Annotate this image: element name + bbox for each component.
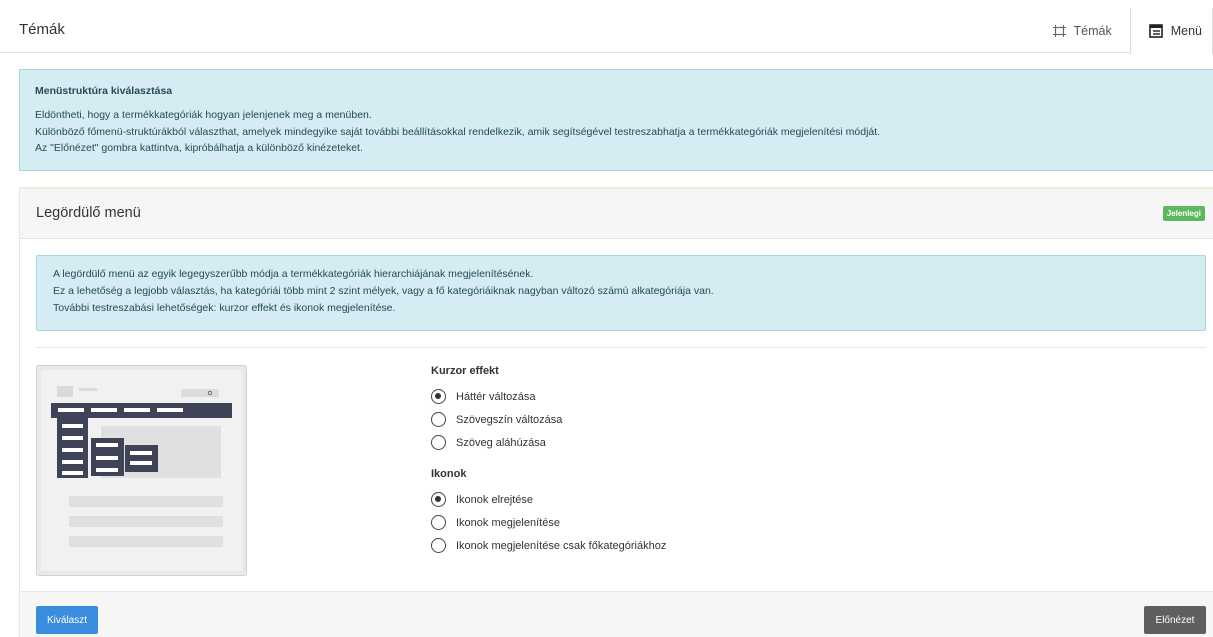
radio-label: Szöveg aláhúzása: [456, 436, 546, 449]
divider: [36, 347, 1206, 348]
page-title: Témák: [19, 21, 65, 38]
preview-button[interactable]: Előnézet: [1144, 606, 1206, 634]
radio-label: Ikonok megjelenítése: [456, 516, 560, 529]
radio-label: Háttér változása: [456, 390, 536, 403]
info-line: Eldöntheti, hogy a termékkategóriák hogy…: [35, 109, 372, 121]
radio-text-underline[interactable]: Szöveg aláhúzása: [431, 431, 666, 454]
card-info-line: Ez a lehetőség a legjobb választás, ha k…: [53, 285, 714, 297]
card-info-line: A legördülő menü az egyik legegyszerűbb …: [53, 268, 534, 280]
tab-menu-label: Menü: [1170, 24, 1202, 38]
select-button[interactable]: Kiválaszt: [36, 606, 98, 634]
group-title: Ikonok: [431, 468, 467, 480]
info-line: Az "Előnézet" gombra kattintva, kipróbál…: [35, 142, 363, 154]
tab-bar: Témák Menü: [1035, 8, 1213, 54]
radio-button[interactable]: [431, 435, 446, 450]
menu-structure-card: Legördülő menü Jelenlegi A legördülő men…: [19, 187, 1213, 637]
tab-themes-label: Témák: [1073, 23, 1112, 38]
info-panel: Menüstruktúra kiválasztása Eldöntheti, h…: [19, 69, 1213, 171]
top-bar: Témák Témák Menü: [0, 8, 1213, 54]
cursor-effect-group: Kurzor effekt Háttér változása Szövegszí…: [431, 365, 666, 454]
options-panel: Kurzor effekt Háttér változása Szövegszí…: [431, 365, 666, 571]
icons-group: Ikonok Ikonok elrejtése Ikonok megjelení…: [431, 468, 666, 557]
group-title: Kurzor effekt: [431, 365, 499, 377]
radio-show-icons[interactable]: Ikonok megjelenítése: [431, 511, 666, 534]
radio-text-color-change[interactable]: Szövegszín változása: [431, 408, 666, 431]
app: Témák Témák Menü Menüstruktúra kiválaszt…: [0, 0, 1213, 637]
preview-illustration: [41, 370, 242, 571]
preview-canvas: [41, 370, 242, 571]
card-info-line: További testreszabási lehetőségek: kurzo…: [53, 302, 396, 314]
frame-icon: [1052, 24, 1066, 37]
tab-themes[interactable]: Témák: [1035, 8, 1130, 53]
radio-label: Szövegszín változása: [456, 413, 563, 426]
radio-background-change[interactable]: Háttér változása: [431, 385, 666, 408]
radio-button[interactable]: [431, 412, 446, 427]
radio-show-icons-main-categories[interactable]: Ikonok megjelenítése csak főkategóriákho…: [431, 534, 666, 557]
info-title: Menüstruktúra kiválasztása: [35, 85, 173, 97]
radio-button[interactable]: [431, 515, 446, 530]
current-badge: Jelenlegi: [1162, 206, 1205, 221]
radio-hide-icons[interactable]: Ikonok elrejtése: [431, 488, 666, 511]
tab-menu[interactable]: Menü: [1129, 8, 1213, 54]
radio-button[interactable]: [431, 538, 446, 553]
radio-button[interactable]: [431, 389, 446, 404]
dropdown-menu-preview-image: [36, 365, 247, 576]
radio-label: Ikonok megjelenítése csak főkategóriákho…: [456, 539, 667, 552]
card-footer: Kiválaszt Előnézet: [20, 591, 1213, 637]
menu-list-icon: [1148, 24, 1163, 38]
radio-label: Ikonok elrejtése: [456, 493, 534, 506]
card-header: Legördülő menü Jelenlegi: [20, 189, 1213, 239]
info-line: Különböző főmenü-struktúrákból választha…: [35, 125, 881, 138]
card-info-panel: A legördülő menü az egyik legegyszerűbb …: [36, 255, 1206, 331]
radio-button[interactable]: [431, 492, 446, 507]
card-title: Legördülő menü: [36, 205, 141, 221]
